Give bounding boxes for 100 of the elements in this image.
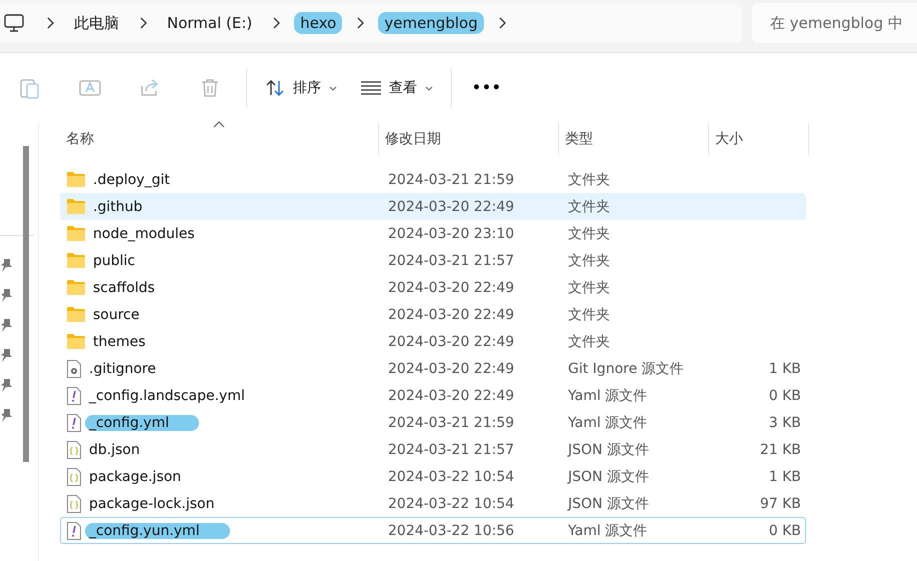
chevron-icon (46, 17, 54, 29)
pin-icon (0, 288, 12, 304)
breadcrumb-item[interactable]: yemengblog (378, 12, 484, 34)
file-size: 21 KB (758, 442, 801, 458)
file-name: source (93, 306, 140, 322)
caret-icon (329, 86, 337, 90)
json-file-icon (67, 440, 81, 458)
modified-date: 2024-03-21 21:59 (387, 414, 516, 430)
modified-date: 2024-03-22 10:56 (387, 522, 516, 538)
file-type: JSON 源文件 (566, 494, 650, 512)
file-row[interactable]: _config.landscape.yml 2024-03-20 22:49 Yaml 源文件 0 KB (60, 382, 806, 409)
file-row[interactable]: _config.yun.yml 2024-03-22 10:56 Yaml 源文件 0 KB (60, 517, 806, 544)
folder-icon (67, 172, 85, 187)
file-name: .github (93, 198, 142, 214)
breadcrumb-item[interactable]: 此电脑 (68, 12, 125, 34)
address-bar[interactable]: 此电脑 Normal (E:) hexo yemengblog (0, 3, 742, 43)
modified-date: 2024-03-20 23:10 (387, 226, 516, 242)
folder-icon (67, 334, 85, 349)
json-file-icon (67, 494, 81, 512)
file-type: Yaml 源文件 (567, 386, 648, 404)
column-header[interactable]: 名称 (60, 123, 379, 155)
pin-icon (0, 258, 12, 274)
file-row[interactable]: node_modules 2024-03-20 23:10 文件夹 (60, 220, 806, 247)
file-size: 1 KB (768, 360, 801, 376)
file-row[interactable]: public 2024-03-21 21:57 文件夹 (60, 247, 806, 274)
list-view-icon (361, 81, 381, 95)
file-size: 1 KB (768, 468, 801, 484)
file-row[interactable]: source 2024-03-20 22:49 文件夹 (60, 301, 806, 328)
chevron-icon (498, 17, 506, 29)
pin-icon (0, 378, 12, 394)
file-name: themes (93, 334, 146, 350)
folder-icon (67, 199, 85, 214)
modified-date: 2024-03-20 22:49 (387, 198, 516, 214)
file-type: JSON 源文件 (566, 468, 650, 486)
file-type: 文件夹 (567, 252, 611, 270)
pin-icon (0, 408, 12, 424)
column-header[interactable]: 修改日期 (379, 123, 559, 155)
folder-icon (67, 280, 85, 295)
file-type: 文件夹 (567, 170, 611, 188)
yaml-file-icon (67, 386, 81, 404)
settings-file-icon (67, 360, 81, 378)
file-type: 文件夹 (567, 332, 611, 350)
breadcrumb-item[interactable]: Normal (E:) (161, 12, 258, 34)
folder-icon (67, 226, 85, 241)
file-name: _config.yun.yml (85, 522, 230, 538)
column-header[interactable]: 大小 (709, 123, 809, 155)
file-type: 文件夹 (567, 278, 611, 296)
file-name: node_modules (93, 226, 195, 242)
folder-icon (67, 253, 85, 268)
file-size: 0 KB (768, 388, 801, 404)
share-icon (140, 78, 160, 98)
chevron-icon (272, 17, 280, 29)
file-name: db.json (89, 442, 140, 458)
file-size: 3 KB (768, 414, 801, 430)
more-button[interactable]: ••• (458, 74, 516, 102)
file-row[interactable]: package.json 2024-03-22 10:54 JSON 源文件 1 KB (60, 463, 806, 490)
file-name: .gitignore (89, 360, 156, 376)
folder-icon (67, 307, 85, 322)
file-name: .deploy_git (93, 172, 170, 188)
chevron-icon (356, 17, 364, 29)
column-header[interactable]: 类型 (559, 123, 709, 155)
file-row[interactable]: themes 2024-03-20 22:49 文件夹 (60, 328, 806, 355)
yaml-file-icon (67, 522, 81, 540)
file-name: _config.landscape.yml (89, 388, 245, 404)
modified-date: 2024-03-20 22:49 (387, 280, 516, 296)
paste-icon (20, 77, 40, 99)
file-type: 文件夹 (567, 224, 611, 242)
file-size: 97 KB (758, 496, 801, 512)
sort-button[interactable]: 排序 (253, 72, 349, 104)
trash-icon (201, 78, 219, 98)
file-name: package-lock.json (89, 496, 214, 512)
json-file-icon (67, 468, 81, 486)
modified-date: 2024-03-22 10:54 (387, 496, 516, 512)
rename-icon (79, 78, 101, 98)
view-button[interactable]: 查看 (349, 73, 445, 103)
pin-icon (0, 318, 12, 334)
file-row[interactable]: .github 2024-03-20 22:49 文件夹 (60, 193, 806, 220)
file-size: 0 KB (768, 522, 801, 538)
file-row[interactable]: .deploy_git 2024-03-21 21:59 文件夹 (60, 166, 806, 193)
file-type: 文件夹 (567, 198, 611, 216)
modified-date: 2024-03-21 21:59 (387, 172, 516, 188)
file-name: public (93, 252, 136, 268)
modified-date: 2024-03-21 21:57 (387, 252, 516, 268)
sort-icon (265, 78, 285, 98)
file-name: scaffolds (93, 280, 155, 296)
file-row[interactable]: package-lock.json 2024-03-22 10:54 JSON 源文件 97 KB (60, 490, 806, 517)
caret-icon (425, 86, 433, 90)
modified-date: 2024-03-20 22:49 (387, 388, 516, 404)
scrollbar[interactable] (23, 146, 29, 462)
file-row[interactable]: _config.yml 2024-03-21 21:59 Yaml 源文件 3 KB (60, 409, 806, 436)
file-type: Git Ignore 源文件 (567, 360, 685, 378)
modified-date: 2024-03-20 22:49 (387, 360, 516, 376)
file-type: Yaml 源文件 (567, 414, 648, 432)
file-row[interactable]: db.json 2024-03-21 21:57 JSON 源文件 21 KB (60, 436, 806, 463)
search-field[interactable]: 在 yemengblog 中 (752, 3, 917, 43)
file-row[interactable]: .gitignore 2024-03-20 22:49 Git Ignore 源文件 1 KB (60, 355, 806, 382)
file-name: _config.yml (85, 414, 200, 430)
yaml-file-icon (67, 414, 81, 432)
file-row[interactable]: scaffolds 2024-03-20 22:49 文件夹 (60, 274, 806, 301)
breadcrumb-item[interactable]: hexo (294, 12, 342, 34)
